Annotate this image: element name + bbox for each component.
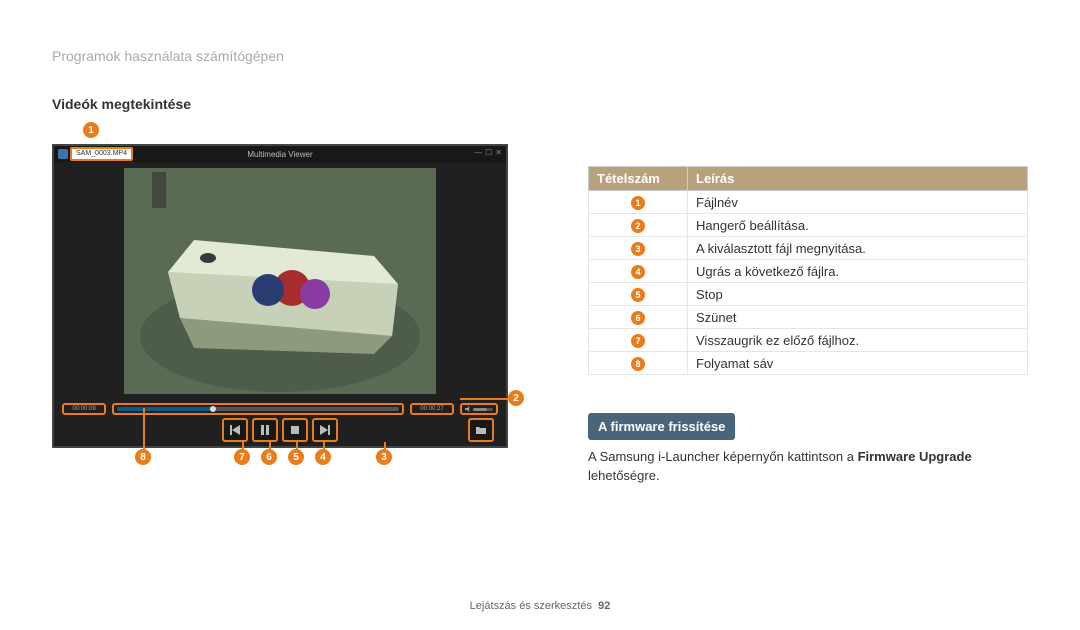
th-number: Tételszám [589,167,688,191]
maximize-icon[interactable]: ☐ [485,148,492,157]
table-row: 7Visszaugrik ez előző fájlhoz. [589,329,1028,352]
description-table: Tételszám Leírás 1Fájlnév 2Hangerő beáll… [588,166,1028,375]
prev-button[interactable] [222,418,248,442]
th-desc: Leírás [688,167,1028,191]
close-icon[interactable]: ✕ [495,148,502,157]
table-row: 8Folyamat sáv [589,352,1028,375]
table-row: 4Ugrás a következő fájlra. [589,260,1028,283]
volume-icon [465,406,471,412]
progress-bar[interactable] [112,403,404,415]
callout-2: 2 [508,390,524,406]
time-elapsed: 00:00:09 [62,403,106,415]
volume-control[interactable] [460,403,498,415]
stop-button[interactable] [282,418,308,442]
callout-7: 7 [234,449,250,465]
table-row: 3A kiválasztott fájl megnyitása. [589,237,1028,260]
next-button[interactable] [312,418,338,442]
table-row: 1Fájlnév [589,191,1028,214]
page-footer: Lejátszás és szerkesztés 92 [0,600,1080,612]
callout-4: 4 [315,449,331,465]
table-row: 6Szünet [589,306,1028,329]
pause-button[interactable] [252,418,278,442]
callout-3: 3 [376,449,392,465]
firmware-text: A Samsung i-Launcher képernyőn kattintso… [588,448,1028,486]
viewer-titlebar: SAM_0003.MP4 Multimedia Viewer — ☐ ✕ [54,146,506,162]
callout-5: 5 [288,449,304,465]
table-row: 2Hangerő beállítása. [589,214,1028,237]
table-row: 5Stop [589,283,1028,306]
callout-8: 8 [135,449,151,465]
multimedia-viewer-window: SAM_0003.MP4 Multimedia Viewer — ☐ ✕ [52,144,508,448]
minimize-icon[interactable]: — [474,148,482,157]
firmware-heading: A firmware frissítése [588,413,735,440]
open-file-button[interactable] [468,418,494,442]
callout-6: 6 [261,449,277,465]
viewer-title: Multimedia Viewer [247,150,312,159]
video-canvas [124,168,436,394]
filename-label: SAM_0003.MP4 [70,147,133,161]
app-icon [58,149,68,159]
time-total: 00:00:27 [410,403,454,415]
breadcrumb: Programok használata számítógépen [52,48,1028,64]
section-title: Videók megtekintése [52,96,1028,112]
